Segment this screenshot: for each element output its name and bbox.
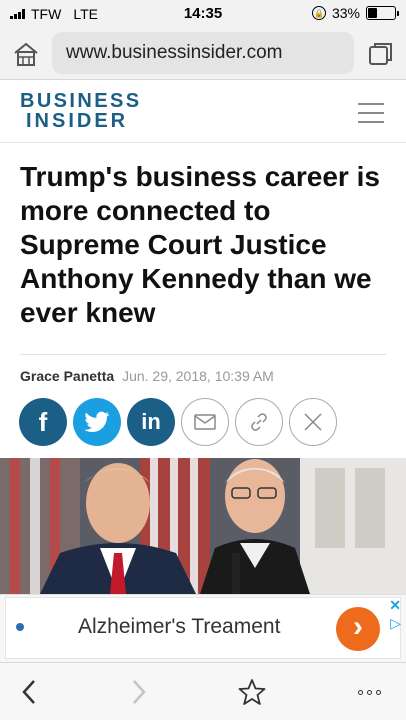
link-icon — [251, 413, 267, 431]
facebook-icon: f — [38, 406, 48, 437]
byline: Grace Panetta Jun. 29, 2018, 10:39 AM — [20, 368, 274, 384]
copy-link-button[interactable] — [235, 398, 283, 446]
status-right: 🔒 33% — [311, 5, 399, 21]
ad-card[interactable]: Alzheimer's Treament › — [5, 597, 401, 659]
back-button[interactable] — [14, 677, 44, 707]
more-options-button[interactable] — [352, 677, 386, 707]
logo-line-1: BUSINESS — [20, 90, 142, 112]
tabs-icon[interactable] — [368, 41, 394, 67]
twitter-share-button[interactable] — [73, 398, 121, 446]
url-field[interactable]: www.businessinsider.com — [52, 32, 354, 74]
share-row: f in — [19, 398, 337, 446]
logo-line-2: INSIDER — [26, 110, 129, 132]
hamburger-menu-icon[interactable] — [358, 103, 384, 123]
linkedin-icon: in — [141, 409, 161, 434]
forward-button[interactable] — [124, 677, 154, 707]
close-icon — [304, 413, 322, 431]
status-bar: TFW LTE 14:35 🔒 33% — [0, 0, 406, 28]
article-photo — [0, 458, 406, 594]
ad-arrow-button[interactable]: › — [336, 607, 380, 651]
browser-bottom-toolbar — [0, 662, 406, 720]
bookmark-button[interactable] — [237, 677, 267, 707]
browser-toolbar: www.businessinsider.com — [0, 28, 406, 80]
ad-text[interactable]: Alzheimer's Treament — [78, 615, 280, 639]
divider — [20, 354, 386, 355]
email-icon — [194, 414, 216, 430]
home-icon[interactable] — [12, 40, 40, 68]
chevron-right-icon — [133, 680, 146, 704]
chevron-left-icon — [22, 680, 35, 704]
email-share-button[interactable] — [181, 398, 229, 446]
facebook-share-button[interactable]: f — [19, 398, 67, 446]
close-share-button[interactable] — [289, 398, 337, 446]
more-dots-icon — [357, 689, 381, 695]
battery-fill — [368, 8, 377, 18]
site-header: BUSINESS INSIDER — [0, 81, 406, 143]
rotation-lock-icon: 🔒 — [311, 6, 326, 20]
ad-close-icon[interactable]: ✕ — [389, 597, 401, 614]
article-headline: Trump's business career is more connecte… — [20, 161, 380, 328]
star-icon — [238, 679, 266, 705]
twitter-icon — [84, 411, 110, 432]
ad-choices-icon[interactable]: ▷ — [390, 615, 401, 632]
author-name[interactable]: Grace Panetta — [20, 368, 114, 384]
advertiser-logo — [16, 623, 24, 631]
ad-banner[interactable]: Alzheimer's Treament › ✕ ▷ — [0, 594, 406, 662]
battery-percent: 33% — [331, 5, 360, 21]
battery-icon — [366, 6, 399, 20]
site-logo[interactable]: BUSINESS INSIDER — [20, 91, 141, 131]
publish-date: Jun. 29, 2018, 10:39 AM — [122, 368, 274, 384]
linkedin-share-button[interactable]: in — [127, 398, 175, 446]
